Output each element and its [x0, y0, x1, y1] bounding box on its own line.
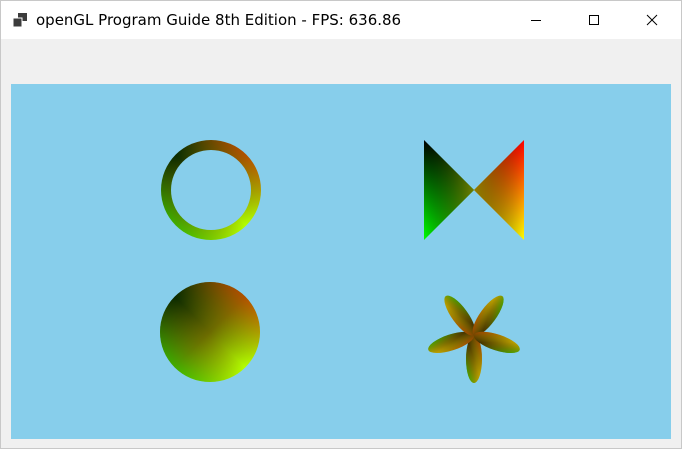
- flower-shape: [428, 295, 520, 383]
- close-icon: [646, 14, 658, 26]
- opengl-canvas[interactable]: [11, 84, 671, 439]
- title-bar[interactable]: openGL Program Guide 8th Edition - FPS: …: [1, 1, 681, 39]
- opengl-viewport[interactable]: [11, 84, 671, 439]
- maximize-icon: [589, 15, 599, 25]
- disc-shape: [160, 282, 260, 382]
- minimize-icon: [531, 20, 541, 21]
- bowtie-shape: [424, 140, 524, 240]
- close-button[interactable]: [623, 1, 681, 39]
- app-window-icon[interactable]: [12, 12, 28, 28]
- client-area: [1, 39, 681, 448]
- ring-shape: [161, 140, 261, 240]
- maximize-button[interactable]: [565, 1, 623, 39]
- window-title: openGL Program Guide 8th Edition - FPS: …: [36, 11, 402, 29]
- app-window: openGL Program Guide 8th Edition - FPS: …: [0, 0, 682, 449]
- minimize-button[interactable]: [507, 1, 565, 39]
